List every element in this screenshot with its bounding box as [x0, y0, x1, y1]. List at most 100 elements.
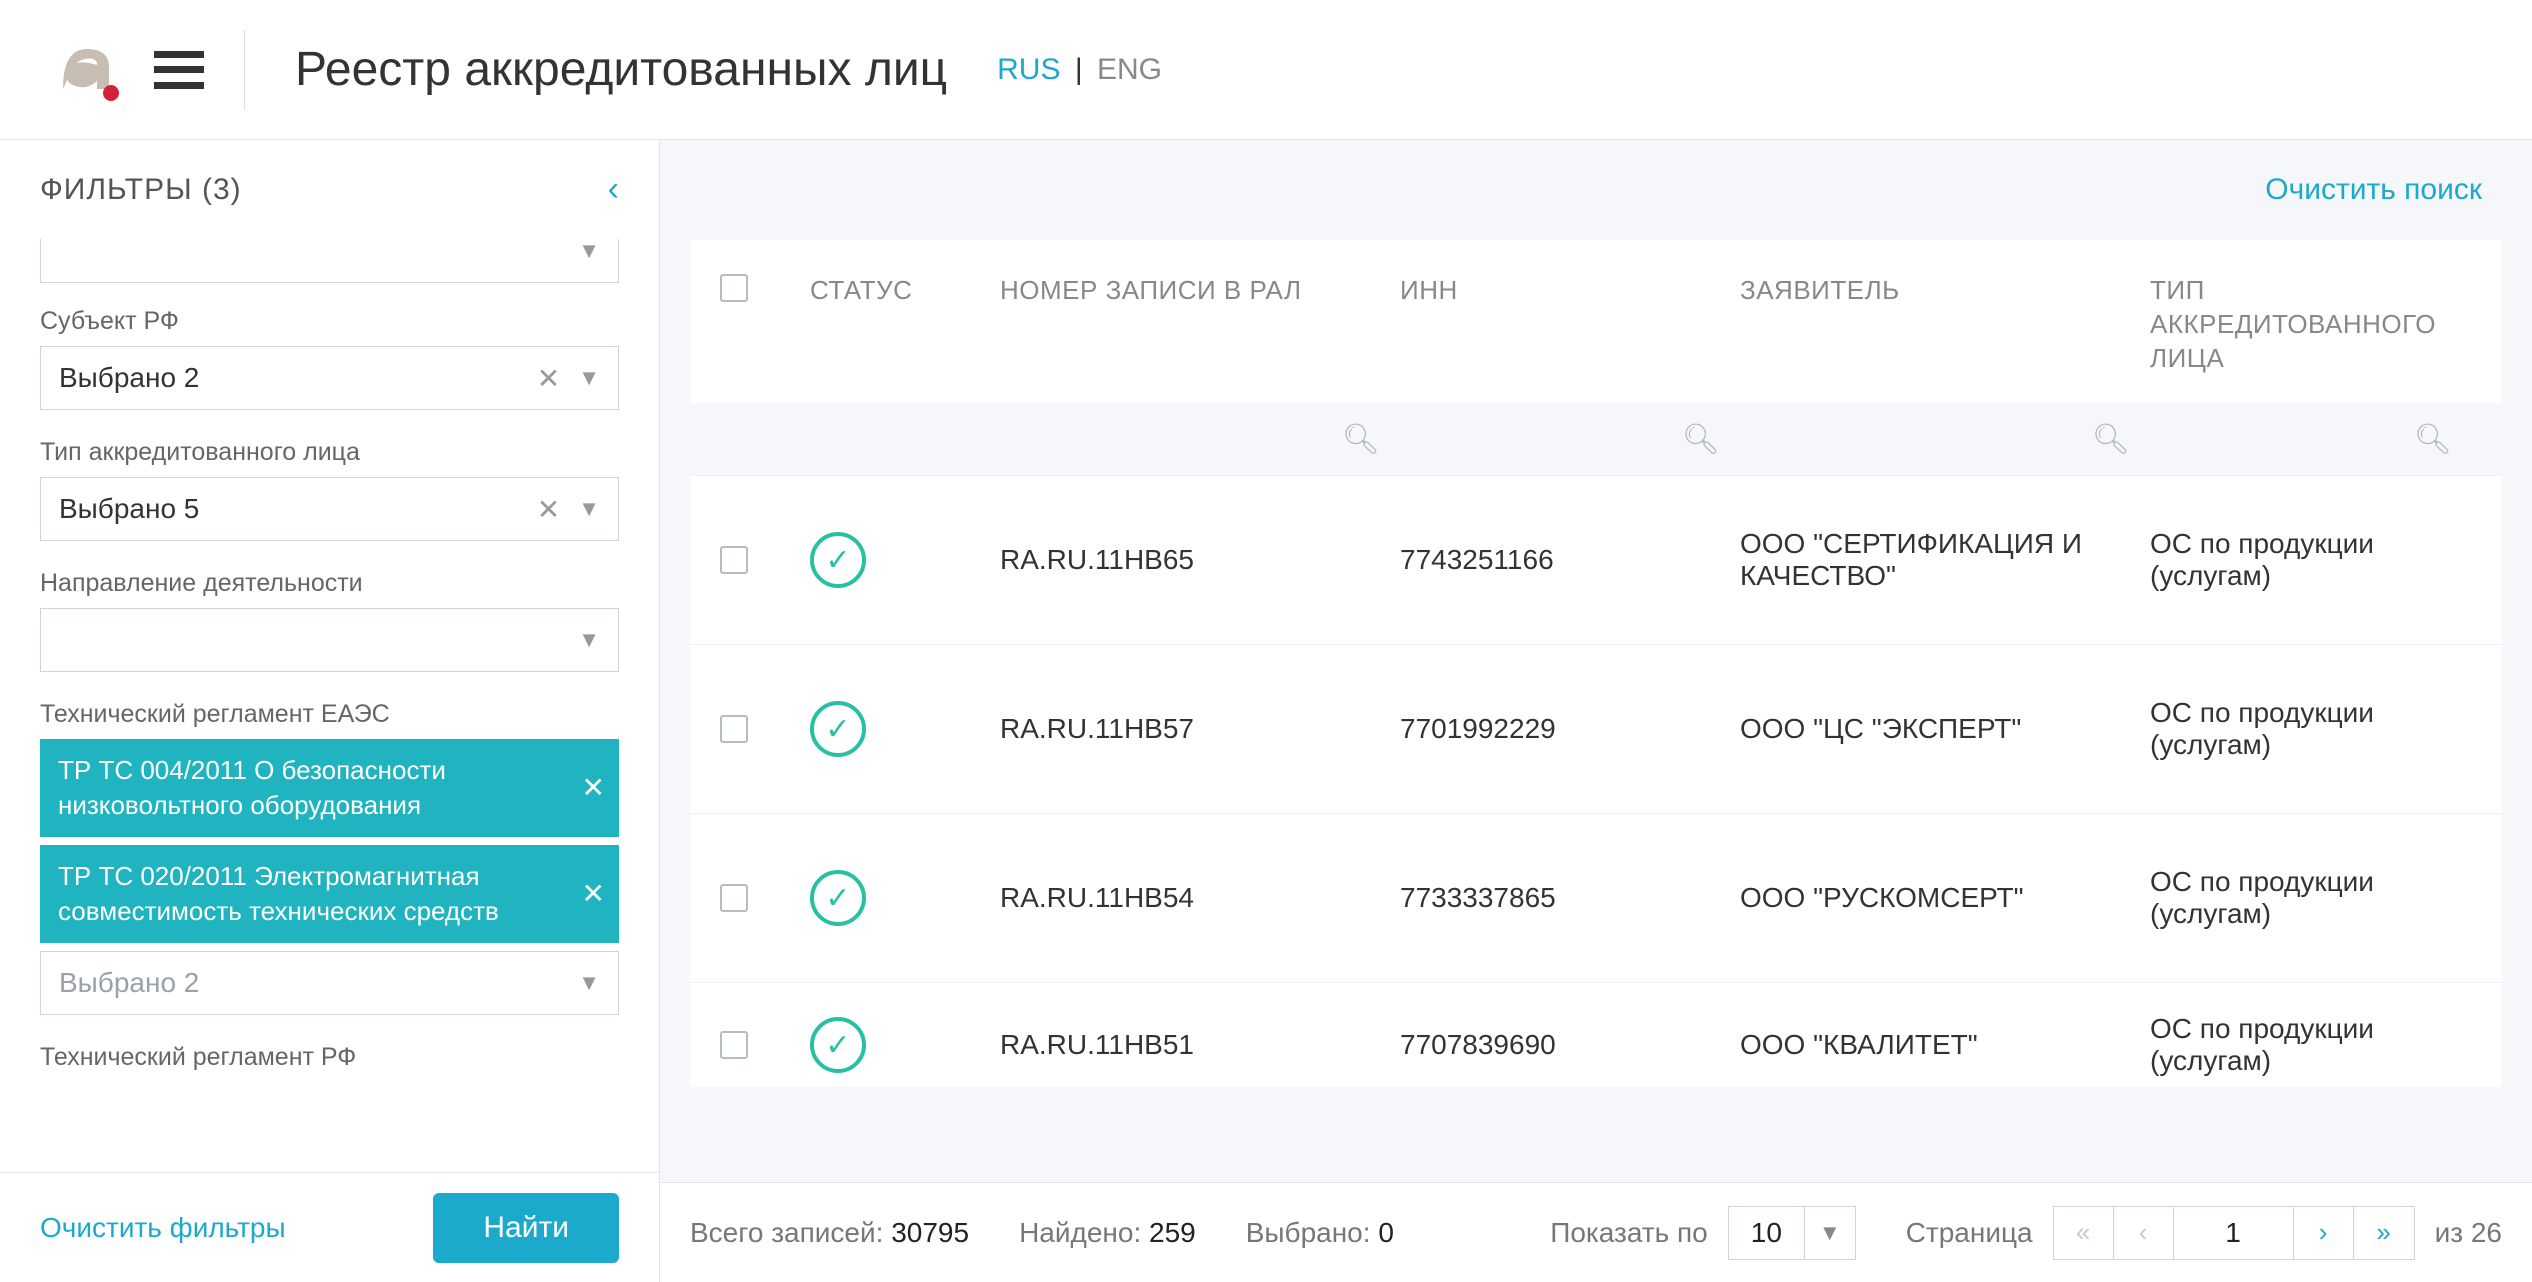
collapse-sidebar-icon[interactable]: ‹ — [608, 170, 619, 209]
main-top-bar: Очистить поиск — [660, 140, 2532, 240]
lang-ru[interactable]: RUS — [997, 53, 1060, 86]
found-value: 259 — [1149, 1217, 1196, 1248]
language-switch: RUS | ENG — [997, 53, 1162, 87]
total-records: Всего записей: 30795 — [690, 1217, 969, 1249]
filter-reg-eaes: Технический регламент ЕАЭС ТР ТС 004/201… — [40, 700, 619, 1015]
filter-label: Технический регламент ЕАЭС — [40, 700, 619, 729]
table-row[interactable]: ✓RA.RU.11НВ577701992229ООО "ЦС "ЭКСПЕРТ"… — [690, 644, 2502, 813]
filter-select-subject[interactable]: Выбрано 2 ✕ ▼ — [40, 346, 619, 410]
cell-applicant: ООО "РУСКОМСЕРТ" — [1740, 882, 2150, 914]
remove-tag-icon[interactable]: ✕ — [582, 875, 605, 913]
sidebar: ФИЛЬТРЫ (3) ‹ ▼ Субъект РФ Выбрано 2 ✕ ▼… — [0, 140, 660, 1282]
filters-title: ФИЛЬТРЫ (3) — [40, 173, 242, 207]
filter-select-type[interactable]: Выбрано 5 ✕ ▼ — [40, 477, 619, 541]
tag-text: ТР ТС 020/2011 Электромагнитная совмести… — [58, 861, 499, 926]
page-label: Страница — [1906, 1217, 2033, 1249]
status-ok-icon: ✓ — [810, 870, 866, 926]
last-page-button[interactable]: » — [2354, 1207, 2414, 1259]
filter-label: Технический регламент РФ — [40, 1043, 619, 1072]
cell-inn: 7707839690 — [1400, 1029, 1740, 1061]
row-checkbox[interactable] — [720, 715, 748, 743]
cell-type: ОС по продукции (услугам) — [2150, 697, 2472, 761]
filter-value: Выбрано 5 — [59, 493, 537, 525]
filter-label: Направление деятельности — [40, 569, 619, 598]
page-number[interactable]: 1 — [2174, 1207, 2294, 1259]
cell-record: RA.RU.11НВ65 — [1000, 544, 1400, 576]
remove-tag-icon[interactable]: ✕ — [582, 769, 605, 807]
row-checkbox[interactable] — [720, 884, 748, 912]
filter-select-activity[interactable]: ▼ — [40, 608, 619, 672]
cell-type: ОС по продукции (услугам) — [2150, 866, 2472, 930]
header: Реестр аккредитованных лиц RUS | ENG — [0, 0, 2532, 140]
filters-body: ▼ Субъект РФ Выбрано 2 ✕ ▼ Тип аккредито… — [0, 239, 659, 1172]
col-status[interactable]: СТАТУС — [810, 268, 1000, 308]
tag-text: ТР ТС 004/2011 О безопасности низковольт… — [58, 755, 446, 820]
clear-search-link[interactable]: Очистить поиск — [2265, 173, 2482, 207]
search-icon[interactable]: 🔍︎ — [1342, 422, 1380, 457]
chevron-down-icon: ▼ — [1804, 1207, 1855, 1259]
chevron-down-icon: ▼ — [578, 627, 600, 653]
find-button[interactable]: Найти — [433, 1193, 619, 1263]
total-value: 30795 — [891, 1217, 969, 1248]
clear-icon[interactable]: ✕ — [537, 493, 560, 526]
cell-record: RA.RU.11НВ54 — [1000, 882, 1400, 914]
cell-applicant: ООО "СЕРТИФИКАЦИЯ И КАЧЕСТВО" — [1740, 528, 2150, 592]
lang-en[interactable]: ENG — [1097, 53, 1162, 86]
chevron-down-icon: ▼ — [578, 970, 600, 996]
filter-label: Субъект РФ — [40, 307, 619, 336]
cell-record: RA.RU.11НВ57 — [1000, 713, 1400, 745]
cell-inn: 7733337865 — [1400, 882, 1740, 914]
main: Очистить поиск СТАТУС НОМЕР ЗАПИСИ В РАЛ… — [660, 140, 2532, 1282]
row-checkbox[interactable] — [720, 546, 748, 574]
filter-select-reg-eaes[interactable]: Выбрано 2 ▼ — [40, 951, 619, 1015]
col-inn[interactable]: ИНН — [1400, 268, 1740, 308]
show-label: Показать по — [1550, 1217, 1708, 1249]
found-records: Найдено: 259 — [1019, 1217, 1196, 1249]
table-row[interactable]: ✓RA.RU.11НВ657743251166ООО "СЕРТИФИКАЦИЯ… — [690, 475, 2502, 644]
cell-record: RA.RU.11НВ51 — [1000, 1029, 1400, 1061]
chevron-down-icon: ▼ — [578, 239, 600, 264]
first-page-button[interactable]: « — [2054, 1207, 2114, 1259]
filter-label: Тип аккредитованного лица — [40, 438, 619, 467]
filter-reg-rf: Технический регламент РФ — [40, 1043, 619, 1072]
filter-subject: Субъект РФ Выбрано 2 ✕ ▼ — [40, 307, 619, 410]
filter-value: Выбрано 2 — [59, 362, 537, 394]
table-search-row: 🔍︎ 🔍︎ 🔍︎ 🔍︎ — [690, 403, 2502, 475]
filter-value — [59, 624, 578, 656]
page-size-select[interactable]: 10 ▼ — [1728, 1206, 1856, 1260]
selected-records: Выбрано: 0 — [1246, 1217, 1394, 1249]
filter-select-truncated[interactable]: ▼ — [40, 239, 619, 283]
table-row[interactable]: ✓ RA.RU.11НВ547733337865ООО "РУСКОМСЕРТ"О… — [690, 813, 2502, 982]
status-ok-icon: ✓ — [810, 532, 866, 588]
select-all-checkbox[interactable] — [720, 274, 748, 302]
filter-tag: ТР ТС 020/2011 Электромагнитная совмести… — [40, 845, 619, 943]
page-title: Реестр аккредитованных лиц — [295, 42, 947, 97]
status-ok-icon: ✓ — [810, 701, 866, 757]
logo — [40, 28, 124, 112]
search-icon[interactable]: 🔍︎ — [1682, 422, 1720, 457]
hamburger-icon[interactable] — [154, 45, 204, 95]
next-page-button[interactable]: › — [2294, 1207, 2354, 1259]
table-row[interactable]: ✓RA.RU.11НВ517707839690ООО "КВАЛИТЕТ"ОС … — [690, 982, 2502, 1087]
selected-label: Выбрано: — [1246, 1217, 1371, 1248]
footer: Всего записей: 30795 Найдено: 259 Выбран… — [660, 1182, 2532, 1282]
filter-type: Тип аккредитованного лица Выбрано 5 ✕ ▼ — [40, 438, 619, 541]
table-header: СТАТУС НОМЕР ЗАПИСИ В РАЛ ИНН ЗАЯВИТЕЛЬ … — [690, 240, 2502, 403]
prev-page-button[interactable]: ‹ — [2114, 1207, 2174, 1259]
col-type[interactable]: ТИП АККРЕДИТОВАННОГО ЛИЦА — [2150, 268, 2472, 375]
page-of: из 26 — [2435, 1217, 2502, 1249]
clear-filters-link[interactable]: Очистить фильтры — [40, 1212, 286, 1244]
search-icon[interactable]: 🔍︎ — [2092, 422, 2130, 457]
col-applicant[interactable]: ЗАЯВИТЕЛЬ — [1740, 268, 2150, 308]
found-label: Найдено: — [1019, 1217, 1141, 1248]
search-icon[interactable]: 🔍︎ — [2414, 422, 2452, 457]
cell-applicant: ООО "ЦС "ЭКСПЕРТ" — [1740, 713, 2150, 745]
filter-value: Выбрано 2 — [59, 967, 578, 999]
table: СТАТУС НОМЕР ЗАПИСИ В РАЛ ИНН ЗАЯВИТЕЛЬ … — [660, 240, 2532, 1182]
pagination: Страница « ‹ 1 › » из 26 — [1906, 1206, 2502, 1260]
row-checkbox[interactable] — [720, 1031, 748, 1059]
status-ok-icon: ✓ — [810, 1017, 866, 1073]
clear-icon[interactable]: ✕ — [537, 362, 560, 395]
col-record[interactable]: НОМЕР ЗАПИСИ В РАЛ — [1000, 268, 1400, 308]
sidebar-header: ФИЛЬТРЫ (3) ‹ — [0, 140, 659, 239]
